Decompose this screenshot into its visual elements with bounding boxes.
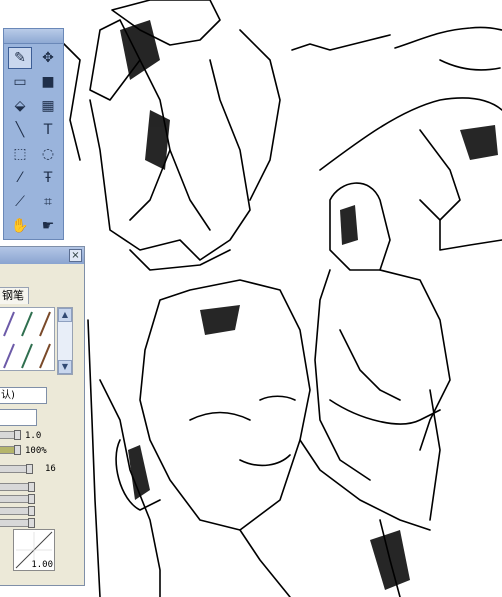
brush-slider[interactable] [0,482,35,492]
sketch-stroke [314,269,371,481]
toolbox: ✎ ✥ ▭ ■ ⬙ ▦ ╲ T ⬚ ◌ ⁄ Ŧ ⟋ ⌗ ✋ ☛ [3,28,64,240]
bucket-tool-icon[interactable]: ⬙ [8,95,32,117]
sketch-stroke [99,379,161,597]
slider-fill [0,484,29,490]
sketch-hatch [340,205,358,245]
scroll-down-icon[interactable]: ▼ [58,360,72,374]
rect-select-tool-icon[interactable]: ⬚ [8,143,32,165]
brush-presets-icon [3,311,51,369]
slider-thumb[interactable] [28,518,35,528]
sketch-stroke [329,399,441,425]
slider-thumb[interactable] [14,445,21,455]
sketch-stroke [239,529,291,597]
rotate-hand-tool-icon[interactable]: ☛ [36,215,60,237]
sketch-stroke [299,439,431,531]
sketch-stroke [291,34,391,51]
sketch-stroke [439,219,502,251]
sketch-hatch [128,445,150,500]
sketch-stroke [129,249,231,271]
close-icon[interactable]: × [69,249,82,262]
text-tool-icon[interactable]: T [36,119,60,141]
brush-slider[interactable] [0,494,35,504]
sketch-stroke [339,329,401,401]
rectangle-tool-icon[interactable]: ▭ [8,71,32,93]
sketch-stroke [439,59,501,71]
sketch-stroke [189,411,251,421]
fill-rect-tool-icon[interactable]: ■ [36,71,60,93]
secondary-field[interactable] [0,409,37,426]
slider-fill [0,508,29,514]
brush-scrollbar[interactable]: ▲ ▼ [57,307,73,375]
density-value: 16 [45,464,56,474]
opacity-value: 100% [25,446,47,456]
sketch-stroke [87,319,101,597]
scroll-up-icon[interactable]: ▲ [58,308,72,322]
line-tool-icon[interactable]: ╲ [8,119,32,141]
preset-name-field[interactable]: 认) [0,387,47,404]
move-tool-icon[interactable]: ✥ [36,47,60,69]
sketch-stroke [259,395,296,401]
sketch-stroke [239,454,291,467]
sketch-stroke [394,26,502,49]
brush-preset-grid[interactable] [0,307,55,371]
sketch-stroke [329,182,391,271]
eyedropper-tool-icon[interactable]: ⟋ [8,191,32,213]
slider-fill [0,520,29,526]
pencil-tool-icon[interactable]: ✎ [8,47,32,69]
lasso-tool-icon[interactable]: ◌ [36,143,60,165]
sketch-hatch [370,530,410,590]
slider-thumb[interactable] [28,482,35,492]
brush-slider[interactable] [0,464,33,474]
slider-thumb[interactable] [14,430,21,440]
magic-wand-tool-icon[interactable]: ⁄ [8,167,32,189]
gradient-tool-icon[interactable]: ▦ [36,95,60,117]
brush-panel: × 钢笔 ▲ ▼ 认) 1.0 100% 16 1.00 [0,246,85,586]
sketch-hatch [200,305,240,335]
curve-value: 1.00 [31,560,53,570]
pressure-curve[interactable]: 1.00 [13,529,55,571]
sketch-stroke [419,129,461,221]
size-value: 1.0 [25,431,42,441]
slider-thumb[interactable] [28,506,35,516]
toolbox-grip[interactable] [4,29,63,44]
brush-slider[interactable] [0,445,21,455]
text-select-tool-icon[interactable]: Ŧ [36,167,60,189]
sketch-hatch [460,125,498,160]
brush-slider[interactable] [0,506,35,516]
brush-slider[interactable] [0,518,35,528]
crop-tool-icon[interactable]: ⌗ [36,191,60,213]
slider-thumb[interactable] [28,494,35,504]
brush-slider[interactable] [0,430,21,440]
sketch-hatch [120,20,160,80]
slider-fill [0,496,29,502]
sketch-stroke [89,59,251,261]
slider-thumb[interactable] [26,464,33,474]
sketch-stroke [169,149,211,231]
hand-tool-icon[interactable]: ✋ [8,215,32,237]
tab-pen[interactable]: 钢笔 [0,287,29,304]
sketch-stroke [239,29,281,201]
